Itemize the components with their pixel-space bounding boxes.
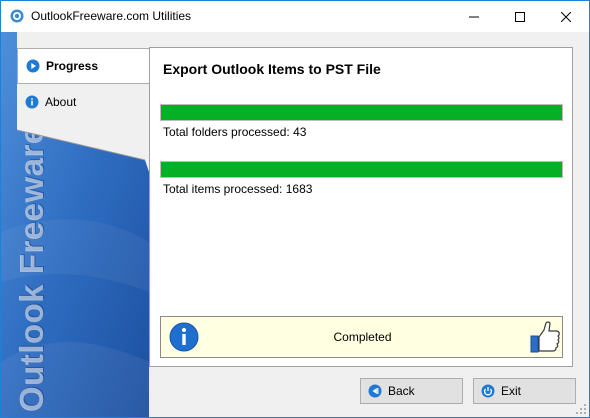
sidebar: Outlook Freeware .com Progress About bbox=[1, 32, 149, 417]
close-button[interactable] bbox=[543, 1, 589, 32]
maximize-icon bbox=[515, 11, 525, 22]
app-logo-icon bbox=[10, 9, 24, 23]
folders-progress-label: Total folders processed: 43 bbox=[163, 125, 307, 139]
sidebar-item-label: About bbox=[45, 95, 77, 109]
sidebar-item-progress[interactable]: Progress bbox=[17, 48, 149, 84]
status-text: Completed bbox=[333, 330, 392, 344]
exit-button[interactable]: Exit bbox=[473, 378, 576, 404]
back-button-label: Back bbox=[388, 384, 415, 398]
info-circle-icon bbox=[25, 95, 39, 109]
title-bar[interactable]: OutlookFreeware.com Utilities bbox=[1, 1, 589, 32]
window-title: OutlookFreeware.com Utilities bbox=[31, 9, 192, 23]
minimize-button[interactable] bbox=[451, 1, 497, 32]
sidebar-item-label: Progress bbox=[46, 59, 99, 73]
nav-panel: Progress About bbox=[17, 48, 149, 162]
progress-fill bbox=[161, 162, 562, 177]
progress-fill bbox=[161, 105, 562, 120]
play-circle-icon bbox=[26, 59, 40, 73]
thumbs-up-icon bbox=[530, 321, 560, 353]
folders-progress-bar bbox=[160, 104, 563, 121]
back-arrow-icon bbox=[368, 384, 382, 398]
app-window: OutlookFreeware.com Utilities Outlook Fr… bbox=[0, 0, 590, 418]
resize-grip-icon[interactable] bbox=[575, 403, 587, 415]
status-panel: Completed bbox=[160, 316, 563, 358]
minimize-icon bbox=[469, 16, 479, 17]
main-panel: Export Outlook Items to PST File Total f… bbox=[149, 47, 573, 367]
close-icon bbox=[561, 11, 571, 22]
items-progress-bar bbox=[160, 161, 563, 178]
exit-button-label: Exit bbox=[501, 384, 522, 398]
sidebar-item-about[interactable]: About bbox=[17, 84, 149, 120]
power-icon bbox=[481, 384, 495, 398]
items-progress-label: Total items processed: 1683 bbox=[163, 182, 313, 196]
page-title: Export Outlook Items to PST File bbox=[163, 61, 381, 77]
maximize-button[interactable] bbox=[497, 1, 543, 32]
back-button[interactable]: Back bbox=[360, 378, 463, 404]
